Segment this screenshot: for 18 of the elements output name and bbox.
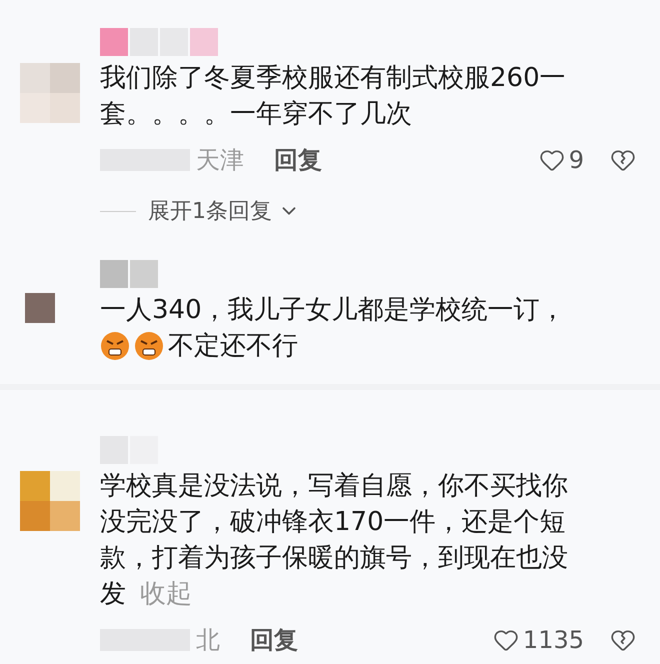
comment-text: 发 [100, 578, 126, 611]
angry-face-icon [100, 331, 130, 361]
expand-replies-link[interactable]: 展开1条回复 [148, 196, 300, 226]
like-count: 9 [568, 146, 584, 174]
comment-text: 没完没了，破冲锋衣170一件，还是个短 [100, 506, 566, 539]
comment-text: 套。。。。一年穿不了几次 [100, 98, 412, 131]
comment-text: 款，打着为孩子保暖的旗号，到现在也没 [100, 542, 568, 575]
comment-text: 学校真是没法说，写着自愿，你不买找你 [100, 470, 568, 503]
location-label: 北 [196, 625, 220, 656]
angry-face-icon [134, 331, 164, 361]
reply-link[interactable]: 回复 [250, 624, 298, 656]
comment-text: 一人340，我儿子女儿都是学校统一订， [100, 294, 566, 327]
reply-link[interactable]: 回复 [274, 144, 322, 176]
blurred-username [100, 260, 160, 288]
like-count: 1135 [522, 626, 584, 654]
comment-text: 不定还不行 [168, 330, 298, 363]
location-label: 天津 [196, 145, 244, 176]
comment-text: 我们除了冬夏季校服还有制式校服260一 [100, 62, 566, 95]
